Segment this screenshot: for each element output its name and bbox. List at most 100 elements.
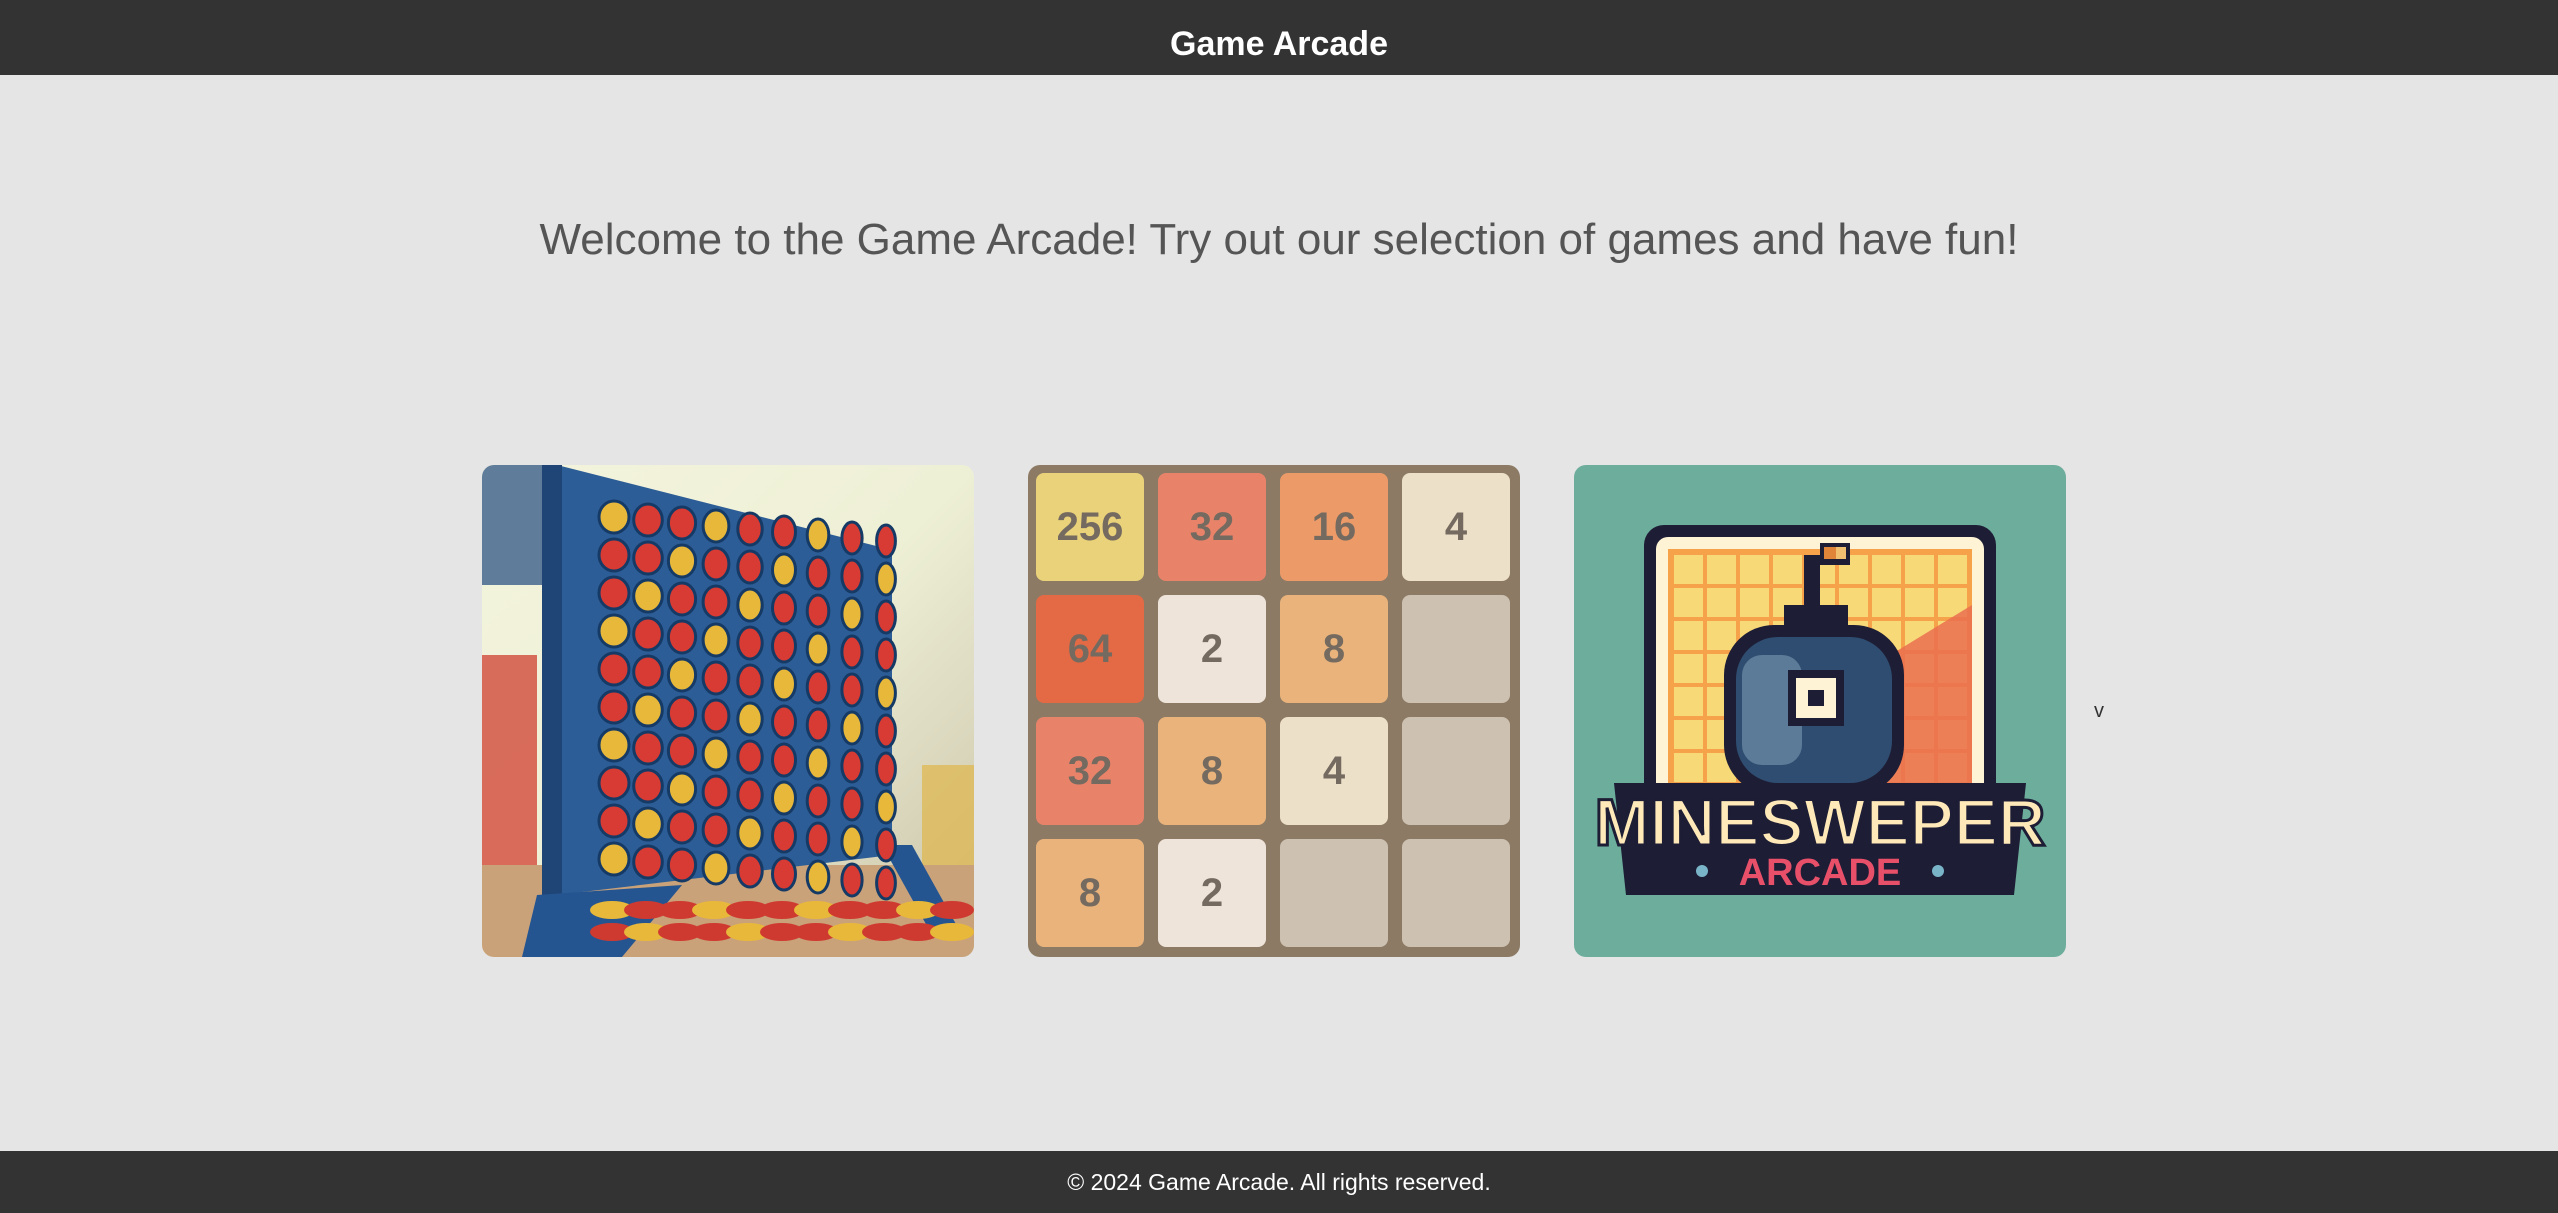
tile-2048 bbox=[1402, 839, 1510, 947]
mine-grid-cell bbox=[1674, 753, 1703, 782]
mine-grid-cell bbox=[1674, 555, 1703, 584]
tile-2048: 8 bbox=[1036, 839, 1144, 947]
tile-2048: 2 bbox=[1158, 839, 1266, 947]
board-chip bbox=[875, 675, 897, 711]
tile-2048: 8 bbox=[1280, 595, 1388, 703]
board-chip bbox=[632, 692, 664, 728]
board-chip bbox=[875, 637, 897, 673]
board-chip bbox=[840, 710, 864, 746]
board-chip bbox=[840, 558, 864, 594]
board-chip bbox=[632, 806, 664, 842]
board-chip bbox=[875, 827, 897, 863]
board-chip bbox=[736, 777, 764, 813]
board-chip bbox=[632, 578, 664, 614]
tile-2048: 64 bbox=[1036, 595, 1144, 703]
board-chip bbox=[875, 865, 897, 901]
board-chip bbox=[701, 850, 731, 886]
board-chip bbox=[736, 625, 764, 661]
board-chip bbox=[805, 669, 831, 705]
mine-grid-cell bbox=[1905, 588, 1934, 617]
loose-chip bbox=[930, 901, 974, 919]
board-chip bbox=[840, 634, 864, 670]
board-chip bbox=[875, 713, 897, 749]
mine-grid-cell bbox=[1773, 555, 1802, 584]
board-chip bbox=[632, 502, 664, 538]
mine-grid-cell bbox=[1707, 588, 1736, 617]
game-card-minesweeper[interactable]: MINESWEPER ARCADE bbox=[1574, 465, 2066, 957]
mine-grid-cell bbox=[1674, 621, 1703, 650]
board-chip bbox=[840, 824, 864, 860]
board-chip bbox=[666, 847, 698, 883]
board-chip bbox=[805, 707, 831, 743]
game-card-connect-four[interactable] bbox=[482, 465, 974, 957]
tile-2048: 256 bbox=[1036, 473, 1144, 581]
tile-2048: 2 bbox=[1158, 595, 1266, 703]
board-chip bbox=[701, 774, 731, 810]
game-card-2048[interactable]: 256 32 16 4 64 2 8 32 8 4 8 2 bbox=[1028, 465, 1520, 957]
board-chip bbox=[875, 561, 897, 597]
board-chip bbox=[666, 771, 698, 807]
tile-2048: 16 bbox=[1280, 473, 1388, 581]
tile-2048 bbox=[1402, 595, 1510, 703]
board-chip bbox=[666, 619, 698, 655]
board-chip bbox=[701, 508, 731, 544]
connect-four-board-image bbox=[482, 465, 974, 957]
board-chip bbox=[840, 520, 864, 556]
board-chip bbox=[597, 575, 631, 611]
board-chip bbox=[632, 768, 664, 804]
2048-game-board-image: 256 32 16 4 64 2 8 32 8 4 8 2 bbox=[1036, 473, 1510, 947]
board-chip bbox=[632, 540, 664, 576]
board-chip bbox=[771, 818, 797, 854]
minesweeper-logo-image: MINESWEPER ARCADE bbox=[1574, 465, 2066, 957]
board-chip bbox=[736, 511, 764, 547]
board-chip bbox=[597, 651, 631, 687]
board-chip bbox=[666, 695, 698, 731]
board-chip bbox=[701, 812, 731, 848]
board-chip bbox=[736, 549, 764, 585]
tile-2048 bbox=[1280, 839, 1388, 947]
mine-grid-cell bbox=[1872, 588, 1901, 617]
board-chip bbox=[805, 555, 831, 591]
board-chip bbox=[701, 584, 731, 620]
board-chip bbox=[736, 853, 764, 889]
board-chip bbox=[805, 821, 831, 857]
mine-grid-cell bbox=[1905, 555, 1934, 584]
board-chip bbox=[771, 552, 797, 588]
board-chip bbox=[805, 517, 831, 553]
board-chip bbox=[771, 590, 797, 626]
board-chip bbox=[840, 786, 864, 822]
header-bar: Game Arcade bbox=[0, 0, 2558, 75]
logo-title-text: MINESWEPER bbox=[1594, 785, 2045, 859]
board-chip bbox=[840, 748, 864, 784]
mine-grid-cell bbox=[1872, 555, 1901, 584]
board-chip bbox=[736, 701, 764, 737]
board-chip bbox=[597, 803, 631, 839]
tile-2048: 4 bbox=[1402, 473, 1510, 581]
board-chip bbox=[875, 789, 897, 825]
board-chip bbox=[597, 765, 631, 801]
board-chip bbox=[701, 736, 731, 772]
board-chip bbox=[771, 856, 797, 892]
tile-2048: 4 bbox=[1280, 717, 1388, 825]
board-chip bbox=[701, 622, 731, 658]
board-chip bbox=[875, 751, 897, 787]
board-chip bbox=[701, 546, 731, 582]
board-chip bbox=[701, 698, 731, 734]
mine-grid-cell bbox=[1674, 588, 1703, 617]
board-chip bbox=[771, 628, 797, 664]
board-chip bbox=[840, 862, 864, 898]
mine-grid-cell bbox=[1938, 555, 1967, 584]
board-chip bbox=[666, 657, 698, 693]
board-chip bbox=[666, 543, 698, 579]
tile-2048: 32 bbox=[1158, 473, 1266, 581]
board-chip bbox=[840, 672, 864, 708]
welcome-message: Welcome to the Game Arcade! Try out our … bbox=[539, 215, 2019, 264]
next-arrow-button[interactable]: v bbox=[2094, 700, 2104, 723]
board-chip bbox=[632, 654, 664, 690]
mine-grid-cell bbox=[1707, 621, 1736, 650]
tile-2048 bbox=[1402, 717, 1510, 825]
board-chip bbox=[597, 499, 631, 535]
board-chip bbox=[632, 616, 664, 652]
mine-grid-cell bbox=[1674, 687, 1703, 716]
mine-grid-cell bbox=[1740, 555, 1769, 584]
